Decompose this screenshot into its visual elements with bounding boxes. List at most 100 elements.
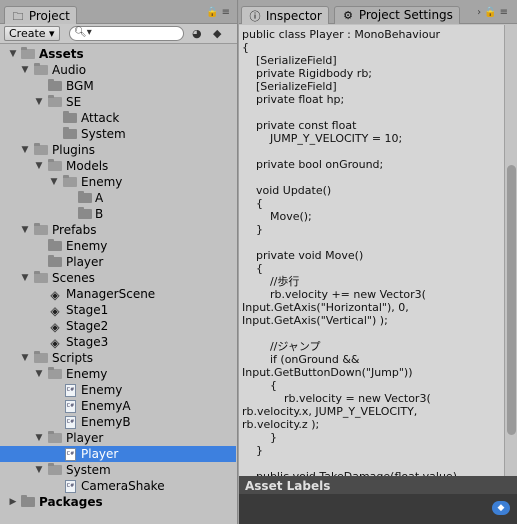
tree-item-manager-scene[interactable]: ◈ ManagerScene [0, 286, 236, 302]
asset-labels-body [239, 494, 517, 524]
expand-arrow-icon[interactable]: ▼ [8, 46, 18, 62]
tree-item-label: Stage2 [66, 319, 109, 333]
tree-item-scripts-system[interactable]: ▼ System [0, 462, 236, 478]
create-button[interactable]: Create ▾ [4, 26, 60, 41]
label-tag-icon[interactable]: ◆ [492, 501, 510, 515]
expand-arrow-icon[interactable]: ▼ [34, 158, 44, 174]
scrollbar-thumb[interactable] [507, 165, 516, 435]
expand-arrow-icon[interactable]: ▼ [34, 366, 44, 382]
folder-icon [48, 159, 62, 171]
tree-item-b[interactable]: B [0, 206, 236, 222]
tree-item-label: Plugins [52, 143, 95, 157]
expand-arrow-icon[interactable]: ▼ [20, 142, 30, 158]
tree-item-models[interactable]: ▼ Models [0, 158, 236, 174]
search-input[interactable]: 🔍︎▾ [69, 26, 184, 41]
expand-arrow-icon[interactable]: ▼ [20, 270, 30, 286]
panel-menu-icons[interactable]: ›🔒≡ [477, 7, 511, 18]
folder-icon [34, 143, 48, 155]
expand-arrow-icon[interactable]: ▼ [20, 350, 30, 366]
tab-project[interactable]: 🗀 Project [4, 6, 77, 24]
inspector-tab-bar: ⓘ Inspector ⚙ Project Settings ›🔒≡ [239, 0, 517, 24]
tree-item-label: Enemy [66, 239, 108, 253]
tree-item-attack[interactable]: Attack [0, 110, 236, 126]
filter-by-type-icon[interactable]: ◕ [192, 27, 202, 40]
tree-item-label: EnemyB [81, 415, 131, 429]
csharp-script-icon: C# [65, 416, 76, 429]
tab-inspector[interactable]: ⓘ Inspector [241, 6, 329, 24]
tree-item-prefab-enemy[interactable]: Enemy [0, 238, 236, 254]
tree-item-player-cs[interactable]: C# Player [0, 446, 236, 462]
tree-item-scenes[interactable]: ▼ Scenes [0, 270, 236, 286]
folder-icon [63, 111, 77, 123]
asset-labels-section: Asset Labels ◆ [239, 476, 517, 524]
tree-item-prefabs[interactable]: ▼ Prefabs [0, 222, 236, 238]
expand-arrow-icon[interactable]: ▼ [49, 174, 59, 190]
panel-menu-icons[interactable]: 🔒≡ [206, 7, 233, 18]
expand-arrow-icon[interactable]: ▼ [20, 222, 30, 238]
tree-item-label: Attack [81, 111, 120, 125]
tree-item-enemy-cs[interactable]: C# Enemy [0, 382, 236, 398]
csharp-script-icon: C# [65, 448, 76, 461]
lock-icon[interactable]: 🔒 [206, 7, 221, 18]
tree-item-label: Enemy [81, 175, 123, 189]
tree-item-assets[interactable]: ▼ Assets [0, 46, 236, 62]
expand-arrow-icon[interactable]: ▼ [34, 430, 44, 446]
tree-item-scripts-enemy[interactable]: ▼ Enemy [0, 366, 236, 382]
tree-item-scripts[interactable]: ▼ Scripts [0, 350, 236, 366]
tree-item-label: Models [66, 159, 109, 173]
tree-item-bgm[interactable]: BGM [0, 78, 236, 94]
folder-icon [48, 367, 62, 379]
tree-item-label: System [81, 127, 126, 141]
tree-item-label: BGM [66, 79, 94, 93]
tree-item-stage3[interactable]: ◈ Stage3 [0, 334, 236, 350]
expand-arrow-icon[interactable]: ▼ [34, 94, 44, 110]
tree-item-system[interactable]: System [0, 126, 236, 142]
unity-scene-icon: ◈ [50, 304, 60, 318]
tree-item-label: Enemy [81, 383, 123, 397]
folder-icon [63, 175, 77, 187]
tab-project-label: Project [28, 9, 70, 23]
tab-project-settings[interactable]: ⚙ Project Settings [334, 6, 460, 24]
info-icon: ⓘ [249, 10, 261, 23]
folder-icon [34, 63, 48, 75]
project-tab-bar: 🗀 Project 🔒≡ [0, 0, 237, 24]
script-source-text: public class Player : MonoBehaviour { [S… [242, 28, 457, 476]
menu-icon[interactable]: ≡ [500, 7, 511, 18]
csharp-script-icon: C# [65, 400, 76, 413]
folder-icon [48, 239, 62, 251]
tree-item-enemyb-cs[interactable]: C# EnemyB [0, 414, 236, 430]
unity-scene-icon: ◈ [50, 320, 60, 334]
tree-item-label: Enemy [66, 367, 108, 381]
tree-item-label: Assets [39, 47, 84, 61]
tree-item-stage1[interactable]: ◈ Stage1 [0, 302, 236, 318]
tree-item-packages[interactable]: ▶ Packages [0, 494, 236, 510]
collapse-arrow-icon[interactable]: ▶ [8, 494, 18, 510]
tree-item-scripts-player[interactable]: ▼ Player [0, 430, 236, 446]
tree-item-camerashake-cs[interactable]: C# CameraShake [0, 478, 236, 494]
tree-item-se[interactable]: ▼ SE [0, 94, 236, 110]
filter-by-label-icon[interactable]: ◆ [213, 27, 221, 40]
tree-item-prefab-player[interactable]: Player [0, 254, 236, 270]
search-icon: 🔍︎▾ [74, 27, 92, 38]
csharp-script-icon: C# [65, 384, 76, 397]
folder-icon [34, 351, 48, 363]
menu-icon[interactable]: ≡ [222, 7, 233, 18]
folder-icon [34, 223, 48, 235]
tree-item-plugins[interactable]: ▼ Plugins [0, 142, 236, 158]
tree-item-enemya-cs[interactable]: C# EnemyA [0, 398, 236, 414]
unity-scene-icon: ◈ [50, 336, 60, 350]
tree-item-audio[interactable]: ▼ Audio [0, 62, 236, 78]
folder-icon [48, 431, 62, 443]
tree-item-label: B [95, 207, 104, 221]
lock-icon[interactable]: 🔒 [484, 7, 499, 18]
tree-item-label: Scenes [52, 271, 95, 285]
folder-icon [21, 495, 35, 507]
tree-item-a[interactable]: A [0, 190, 236, 206]
tree-item-stage2[interactable]: ◈ Stage2 [0, 318, 236, 334]
project-toolbar: Create ▾ 🔍︎▾ ◕ ◆ [0, 24, 237, 44]
tree-item-models-enemy[interactable]: ▼ Enemy [0, 174, 236, 190]
tree-item-label: Stage1 [66, 303, 109, 317]
vertical-scrollbar[interactable] [504, 25, 517, 476]
expand-arrow-icon[interactable]: ▼ [20, 62, 30, 78]
expand-arrow-icon[interactable]: ▼ [34, 462, 44, 478]
